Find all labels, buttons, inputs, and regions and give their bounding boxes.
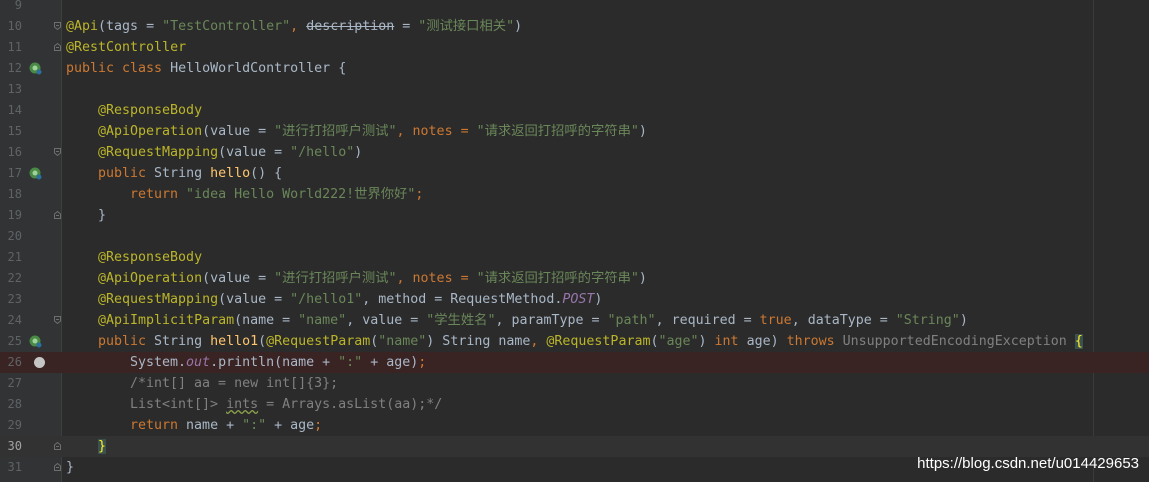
line-number: 24 — [7, 313, 22, 327]
line-number: 19 — [7, 208, 22, 222]
spring-bean-gutter-icon[interactable] — [29, 62, 42, 75]
code-line-12[interactable]: 12 public class HelloWorldController { — [0, 58, 1149, 79]
line-number: 30 — [7, 439, 22, 453]
line-number: 31 — [7, 460, 22, 474]
fold-marker-icon[interactable] — [54, 442, 61, 450]
line-number: 14 — [7, 103, 22, 117]
code-text[interactable]: List<int[]> ints = Arrays.asList(aa);*/ — [66, 394, 442, 415]
code-text[interactable]: } — [66, 457, 74, 478]
line-number: 21 — [7, 250, 22, 264]
code-text[interactable]: @RequestMapping(value = "/hello") — [66, 142, 362, 163]
code-line-11[interactable]: 11 @RestController — [0, 37, 1149, 58]
spelling-warning: ints — [226, 397, 259, 412]
code-text[interactable]: public class HelloWorldController { — [66, 58, 346, 79]
deprecated-attribute: description — [306, 19, 395, 34]
code-line-22[interactable]: 22 @ApiOperation(value = "进行打招呼户测试", not… — [0, 268, 1149, 289]
line-number: 26 — [7, 355, 22, 369]
line-number: 18 — [7, 187, 22, 201]
fold-marker-icon[interactable] — [54, 316, 61, 324]
code-text[interactable]: @Api(tags = "TestController", descriptio… — [66, 16, 522, 37]
code-line-27[interactable]: 27 /*int[] aa = new int[]{3}; — [0, 373, 1149, 394]
code-line-23[interactable]: 23 @RequestMapping(value = "/hello1", me… — [0, 289, 1149, 310]
code-line-21[interactable]: 21 @ResponseBody — [0, 247, 1149, 268]
code-text[interactable]: @ApiOperation(value = "进行打招呼户测试", notes … — [66, 268, 647, 289]
line-number: 10 — [7, 19, 22, 33]
code-text[interactable]: @ApiOperation(value = "进行打招呼户测试", notes … — [66, 121, 647, 142]
code-text[interactable]: } — [66, 205, 106, 226]
code-line-26[interactable]: 26 System.out.println(name + ":" + age); — [0, 352, 1149, 373]
code-line-10[interactable]: 10 @Api(tags = "TestController", descrip… — [0, 16, 1149, 37]
code-line-17[interactable]: 17 public String hello() { — [0, 163, 1149, 184]
spring-bean-gutter-icon[interactable] — [29, 335, 42, 348]
line-number: 13 — [7, 82, 22, 96]
line-number: 17 — [7, 166, 22, 180]
line-number: 11 — [7, 40, 22, 54]
code-line-14[interactable]: 14 @ResponseBody — [0, 100, 1149, 121]
code-line-18[interactable]: 18 return "idea Hello World222!世界你好"; — [0, 184, 1149, 205]
line-number: 12 — [7, 61, 22, 75]
spring-bean-gutter-icon[interactable] — [29, 167, 42, 180]
code-text[interactable]: @RestController — [66, 37, 186, 58]
code-text[interactable]: @ResponseBody — [66, 100, 202, 121]
line-number: 9 — [14, 0, 22, 12]
code-text[interactable]: return "idea Hello World222!世界你好"; — [66, 184, 423, 205]
breakpoint-icon[interactable] — [34, 357, 45, 368]
code-line-13[interactable]: 13 — [0, 79, 1149, 100]
code-text[interactable]: @RequestMapping(value = "/hello1", metho… — [66, 289, 602, 310]
line-number: 20 — [7, 229, 22, 243]
line-number: 28 — [7, 397, 22, 411]
code-line-19[interactable]: 19 } — [0, 205, 1149, 226]
code-line-28[interactable]: 28 List<int[]> ints = Arrays.asList(aa);… — [0, 394, 1149, 415]
code-text[interactable]: @ApiImplicitParam(name = "name", value =… — [66, 310, 968, 331]
code-text[interactable]: } — [66, 436, 107, 457]
code-editor[interactable]: 9 10 @Api(tags = "TestController", descr… — [0, 0, 1149, 482]
line-number: 25 — [7, 334, 22, 348]
line-number: 23 — [7, 292, 22, 306]
matched-brace: } — [98, 439, 107, 454]
code-text[interactable]: /*int[] aa = new int[]{3}; — [66, 373, 338, 394]
fold-marker-icon[interactable] — [54, 22, 61, 30]
line-number: 29 — [7, 418, 22, 432]
code-line-25[interactable]: 25 public String hello1(@RequestParam("n… — [0, 331, 1149, 352]
code-line-24[interactable]: 24 @ApiImplicitParam(name = "name", valu… — [0, 310, 1149, 331]
line-number: 16 — [7, 145, 22, 159]
code-text[interactable]: return name + ":" + age; — [66, 415, 322, 436]
code-line-9[interactable]: 9 — [0, 0, 1149, 16]
watermark: https://blog.csdn.net/u014429653 — [917, 455, 1139, 472]
fold-marker-icon[interactable] — [54, 43, 61, 51]
code-text[interactable]: public String hello1(@RequestParam("name… — [66, 331, 1083, 352]
fold-marker-icon[interactable] — [54, 211, 61, 219]
matched-brace: { — [1074, 334, 1083, 349]
code-line-16[interactable]: 16 @RequestMapping(value = "/hello") — [0, 142, 1149, 163]
line-number: 27 — [7, 376, 22, 390]
line-number: 22 — [7, 271, 22, 285]
code-text[interactable]: public String hello() { — [66, 163, 282, 184]
code-line-20[interactable]: 20 — [0, 226, 1149, 247]
code-line-29[interactable]: 29 return name + ":" + age; — [0, 415, 1149, 436]
fold-marker-icon[interactable] — [54, 463, 61, 471]
line-number: 15 — [7, 124, 22, 138]
fold-marker-icon[interactable] — [54, 148, 61, 156]
code-line-30[interactable]: 30 } — [0, 436, 1149, 457]
code-text[interactable]: System.out.println(name + ":" + age); — [66, 352, 426, 373]
code-text[interactable]: @ResponseBody — [66, 247, 202, 268]
code-line-15[interactable]: 15 @ApiOperation(value = "进行打招呼户测试", not… — [0, 121, 1149, 142]
